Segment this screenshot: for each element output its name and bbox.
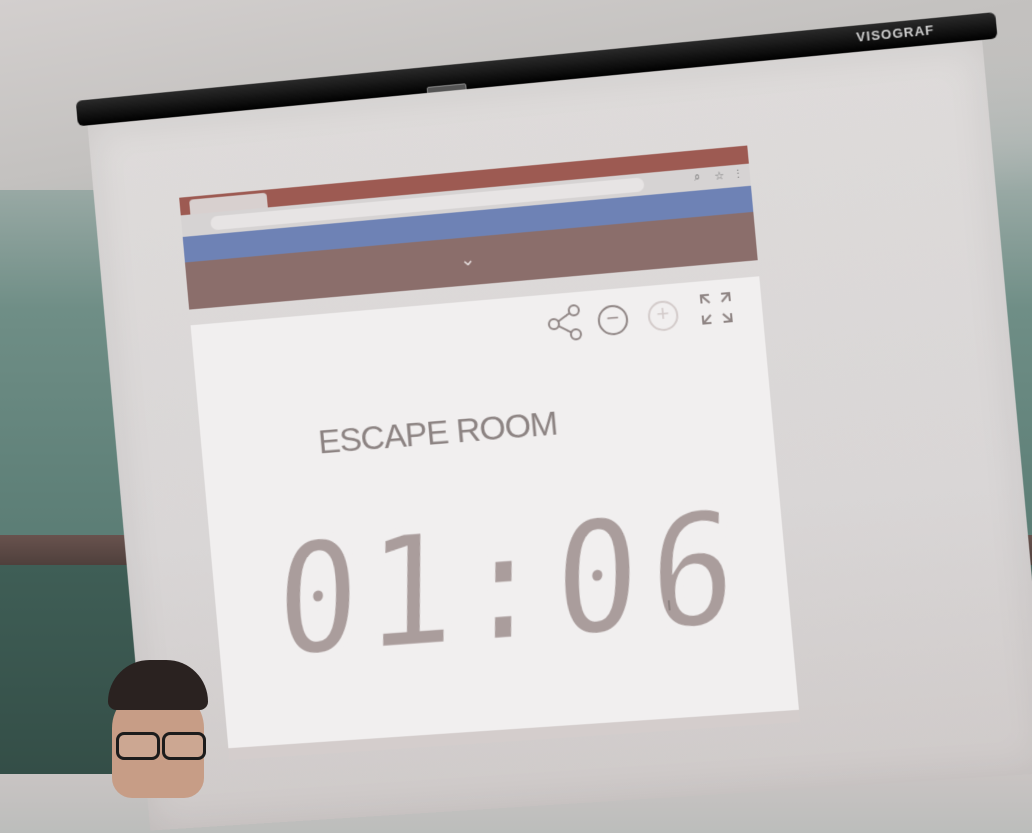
plus-icon[interactable]: +: [646, 299, 680, 333]
menu-icon[interactable]: ⋮: [732, 167, 744, 181]
page-title: ESCAPE ROOM: [316, 404, 559, 462]
right-lens: [162, 732, 206, 760]
chevron-down-icon[interactable]: ⌄: [459, 249, 476, 271]
glasses-icon: [116, 732, 210, 760]
projected-browser: ⌕ ☆ ⋮ ⌄ − + ESCAPE ROOM 01:06 I: [179, 145, 801, 761]
star-icon[interactable]: ☆: [714, 169, 725, 183]
timer-page: − + ESCAPE ROOM 01:06 I: [190, 276, 800, 759]
share-icon-svg: [547, 304, 583, 343]
left-lens: [116, 732, 160, 760]
projection-surface: ⌕ ☆ ⋮ ⌄ − + ESCAPE ROOM 01:06 I: [87, 39, 1032, 831]
person-hair: [108, 660, 208, 710]
fullscreen-icon[interactable]: [696, 289, 736, 333]
screen-brand: VISOGRAF: [855, 22, 936, 45]
audience-person: [98, 660, 218, 798]
fullscreen-icon-svg: [696, 289, 736, 328]
countdown-timer: 01:06: [269, 469, 746, 700]
share-icon[interactable]: [546, 304, 584, 348]
search-icon[interactable]: ⌕: [694, 171, 701, 185]
minus-icon[interactable]: −: [596, 303, 630, 337]
